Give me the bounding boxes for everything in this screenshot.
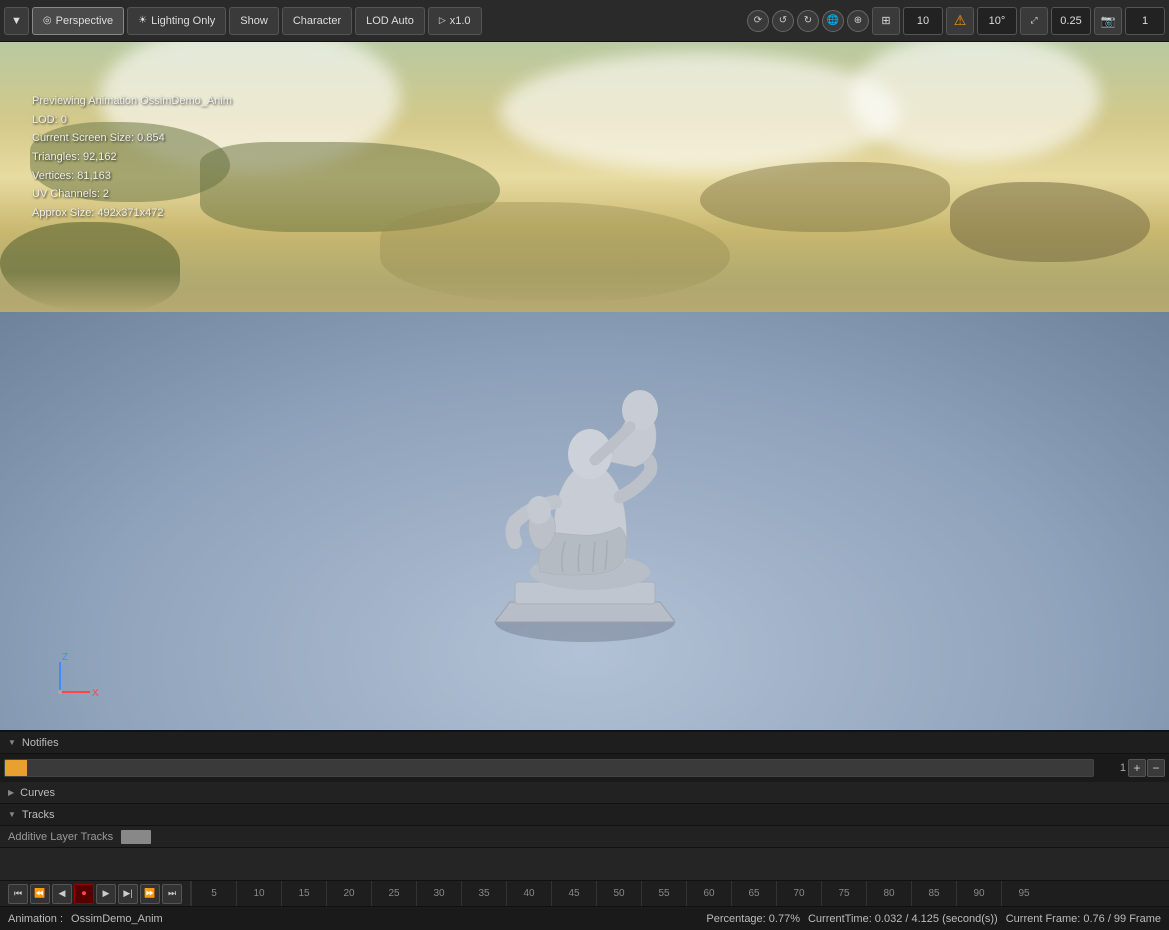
perspective-label: Perspective: [56, 15, 113, 27]
frame-tick: 80: [866, 881, 911, 907]
timeline-bar[interactable]: [4, 759, 1094, 777]
step-forward-button[interactable]: ▶|: [118, 884, 138, 904]
status-bar: Animation : OssimDemo_Anim Percentage: 0…: [0, 906, 1169, 930]
curves-label: Curves: [20, 787, 55, 799]
playback-bar: ⏮ ⏪ ◀ ⏺ ▶ ▶| ⏩ ⏭ 51015202530354045505560…: [0, 880, 1169, 906]
perspective-button[interactable]: ◎ Perspective: [32, 7, 124, 35]
record-button[interactable]: ⏺: [74, 884, 94, 904]
to-end-button[interactable]: ⏭: [162, 884, 182, 904]
info-line4: Triangles: 92,162: [32, 148, 232, 167]
step-back-button[interactable]: ◀: [52, 884, 72, 904]
scale-label: x1.0: [450, 15, 471, 27]
additive-tracks-row: Additive Layer Tracks: [0, 826, 1169, 848]
info-line6: UV Channels: 2: [32, 185, 232, 204]
frame-tick: 25: [371, 881, 416, 907]
frame-tick: 50: [596, 881, 641, 907]
frame-tick: 5: [191, 881, 236, 907]
play-button[interactable]: ▶: [96, 884, 116, 904]
frame-tick: 60: [686, 881, 731, 907]
curves-header[interactable]: ▶ Curves: [0, 782, 1169, 804]
frame-tick: 65: [731, 881, 776, 907]
axis-gizmo: Z X: [40, 652, 100, 712]
lod-label: LOD Auto: [366, 15, 414, 27]
viewport[interactable]: Previewing Animation OssimDemo_Anim LOD:…: [0, 42, 1169, 732]
animation-name: OssimDemo_Anim: [71, 913, 163, 925]
show-label: Show: [240, 15, 268, 27]
frame-tick: 15: [281, 881, 326, 907]
frame-tick: 85: [911, 881, 956, 907]
lod-button[interactable]: LOD Auto: [355, 7, 425, 35]
playback-controls: ⏮ ⏪ ◀ ⏺ ▶ ▶| ⏩ ⏭: [0, 881, 191, 907]
lighting-only-button[interactable]: ☀ Lighting Only: [127, 7, 226, 35]
status-percentage: Percentage: 0.77%: [706, 913, 800, 925]
bottom-panel: ▼ Notifies 1 + − ▶ Curves ▼ Tracks Addit…: [0, 730, 1169, 930]
redo-icon[interactable]: ↻: [797, 10, 819, 32]
info-line7: Approx Size: 492x371x472: [32, 204, 232, 223]
dropdown-arrow: ▼: [11, 15, 22, 27]
toolbar-right: ⟳ ↺ ↻ 🌐 ⊕ ⊞ 10 ⚠ 10° ⤢ 0.25 📷 1: [747, 7, 1165, 35]
tracks-box: [121, 830, 151, 844]
globe-icon[interactable]: 🌐: [822, 10, 844, 32]
show-button[interactable]: Show: [229, 7, 279, 35]
timeline-controls: + −: [1128, 759, 1165, 777]
notifies-header[interactable]: ▼ Notifies: [0, 732, 1169, 754]
grid-view-icon[interactable]: ⊞: [872, 7, 900, 35]
curves-arrow: ▶: [8, 788, 14, 797]
tracks-arrow: ▼: [8, 810, 16, 819]
fov-value[interactable]: 10: [903, 7, 943, 35]
info-line1: Previewing Animation OssimDemo_Anim: [32, 92, 232, 111]
expand-icon[interactable]: ⤢: [1020, 7, 1048, 35]
frame-tick: 20: [326, 881, 371, 907]
frame-tick: 10: [236, 881, 281, 907]
cam-num[interactable]: 1: [1125, 7, 1165, 35]
statue-model: [435, 292, 735, 652]
frame-tick: 35: [461, 881, 506, 907]
prev-frame-button[interactable]: ⏪: [30, 884, 50, 904]
character-button[interactable]: Character: [282, 7, 352, 35]
svg-text:Z: Z: [62, 652, 68, 663]
to-start-button[interactable]: ⏮: [8, 884, 28, 904]
frame-tick: 45: [551, 881, 596, 907]
viewport-dropdown[interactable]: ▼: [4, 7, 29, 35]
info-overlay: Previewing Animation OssimDemo_Anim LOD:…: [32, 92, 232, 223]
notifies-arrow: ▼: [8, 738, 16, 747]
main-toolbar: ▼ ◎ Perspective ☀ Lighting Only Show Cha…: [0, 0, 1169, 42]
tracks-label: Tracks: [22, 809, 55, 821]
frame-tick: 40: [506, 881, 551, 907]
frame-numbers: 5101520253035404550556065707580859095: [191, 881, 1169, 907]
character-label: Character: [293, 15, 341, 27]
status-current-frame: Current Frame: 0.76 / 99 Frame: [1006, 913, 1161, 925]
frame-tick: 95: [1001, 881, 1046, 907]
grid-icon[interactable]: ⊕: [847, 10, 869, 32]
undo-icon[interactable]: ↺: [772, 10, 794, 32]
scale-value[interactable]: 0.25: [1051, 7, 1091, 35]
notifies-label: Notifies: [22, 737, 59, 749]
frame-tick: 90: [956, 881, 1001, 907]
frame-tick: 55: [641, 881, 686, 907]
camera-icon[interactable]: 📷: [1094, 7, 1122, 35]
next-frame-button[interactable]: ⏩: [140, 884, 160, 904]
timeline-minus[interactable]: −: [1147, 759, 1165, 777]
timeline-track[interactable]: 1 + −: [0, 754, 1169, 782]
frame-tick: 30: [416, 881, 461, 907]
info-line5: Vertices: 81,163: [32, 167, 232, 186]
svg-text:X: X: [92, 688, 99, 699]
frame-tick: 70: [776, 881, 821, 907]
lighting-label: Lighting Only: [151, 15, 215, 27]
tracks-header[interactable]: ▼ Tracks: [0, 804, 1169, 826]
angle-value[interactable]: 10°: [977, 7, 1017, 35]
info-line2: LOD: 0: [32, 111, 232, 130]
status-current-time: CurrentTime: 0.032 / 4.125 (second(s)): [808, 913, 998, 925]
rotate-icon[interactable]: ⟳: [747, 10, 769, 32]
info-line3: Current Screen Size: 0.854: [32, 129, 232, 148]
timeline-number: 1: [1096, 762, 1126, 774]
additive-label: Additive Layer Tracks: [8, 831, 113, 843]
animation-label: Animation :: [8, 913, 63, 925]
scale-button[interactable]: ▷ x1.0: [428, 7, 482, 35]
warning-icon[interactable]: ⚠: [946, 7, 974, 35]
timeline-plus[interactable]: +: [1128, 759, 1146, 777]
frame-tick: 75: [821, 881, 866, 907]
